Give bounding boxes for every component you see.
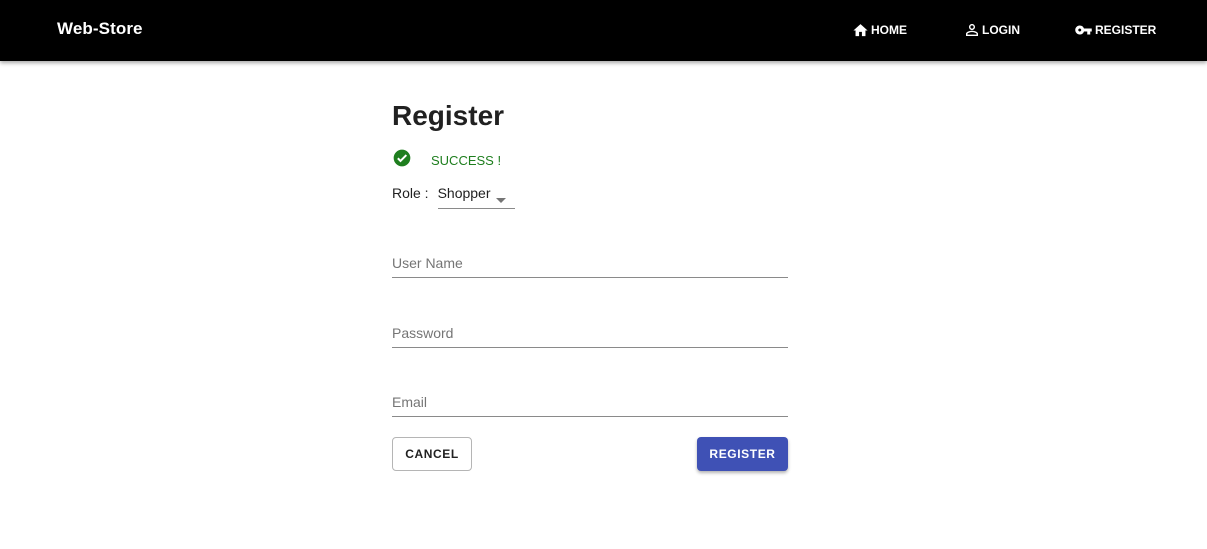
- role-label: Role :: [392, 185, 429, 201]
- email-input[interactable]: [392, 390, 788, 414]
- nav-login-label: LOGIN: [982, 23, 1020, 37]
- status-message: SUCCESS !: [392, 148, 501, 173]
- nav-register-link[interactable]: REGISTER: [1073, 20, 1156, 40]
- register-button[interactable]: REGISTER: [697, 437, 788, 471]
- username-field: [392, 251, 788, 278]
- role-row: Role : Shopper: [392, 182, 515, 209]
- role-select[interactable]: Shopper: [437, 182, 515, 209]
- caret-down-icon: [495, 191, 506, 207]
- role-selected-value: Shopper: [437, 185, 491, 201]
- nav-home-label: HOME: [871, 23, 907, 37]
- check-circle-icon: [392, 148, 412, 173]
- status-text: SUCCESS !: [431, 153, 502, 168]
- password-input[interactable]: [392, 321, 788, 345]
- nav-home-link[interactable]: HOME: [851, 20, 907, 40]
- password-field: [392, 321, 788, 348]
- nav-register-label: REGISTER: [1095, 23, 1157, 37]
- username-input[interactable]: [392, 251, 788, 275]
- person-icon: [963, 21, 981, 39]
- cancel-button[interactable]: CANCEL: [392, 437, 472, 471]
- email-field: [392, 390, 788, 417]
- key-icon: [1073, 21, 1094, 39]
- brand-title[interactable]: Web-Store: [57, 19, 143, 39]
- top-app-bar: Web-Store HOME LOGIN REGISTER: [0, 0, 1207, 61]
- page-title: Register: [392, 100, 505, 131]
- home-icon: [851, 22, 870, 39]
- nav-login-link[interactable]: LOGIN: [963, 20, 1020, 40]
